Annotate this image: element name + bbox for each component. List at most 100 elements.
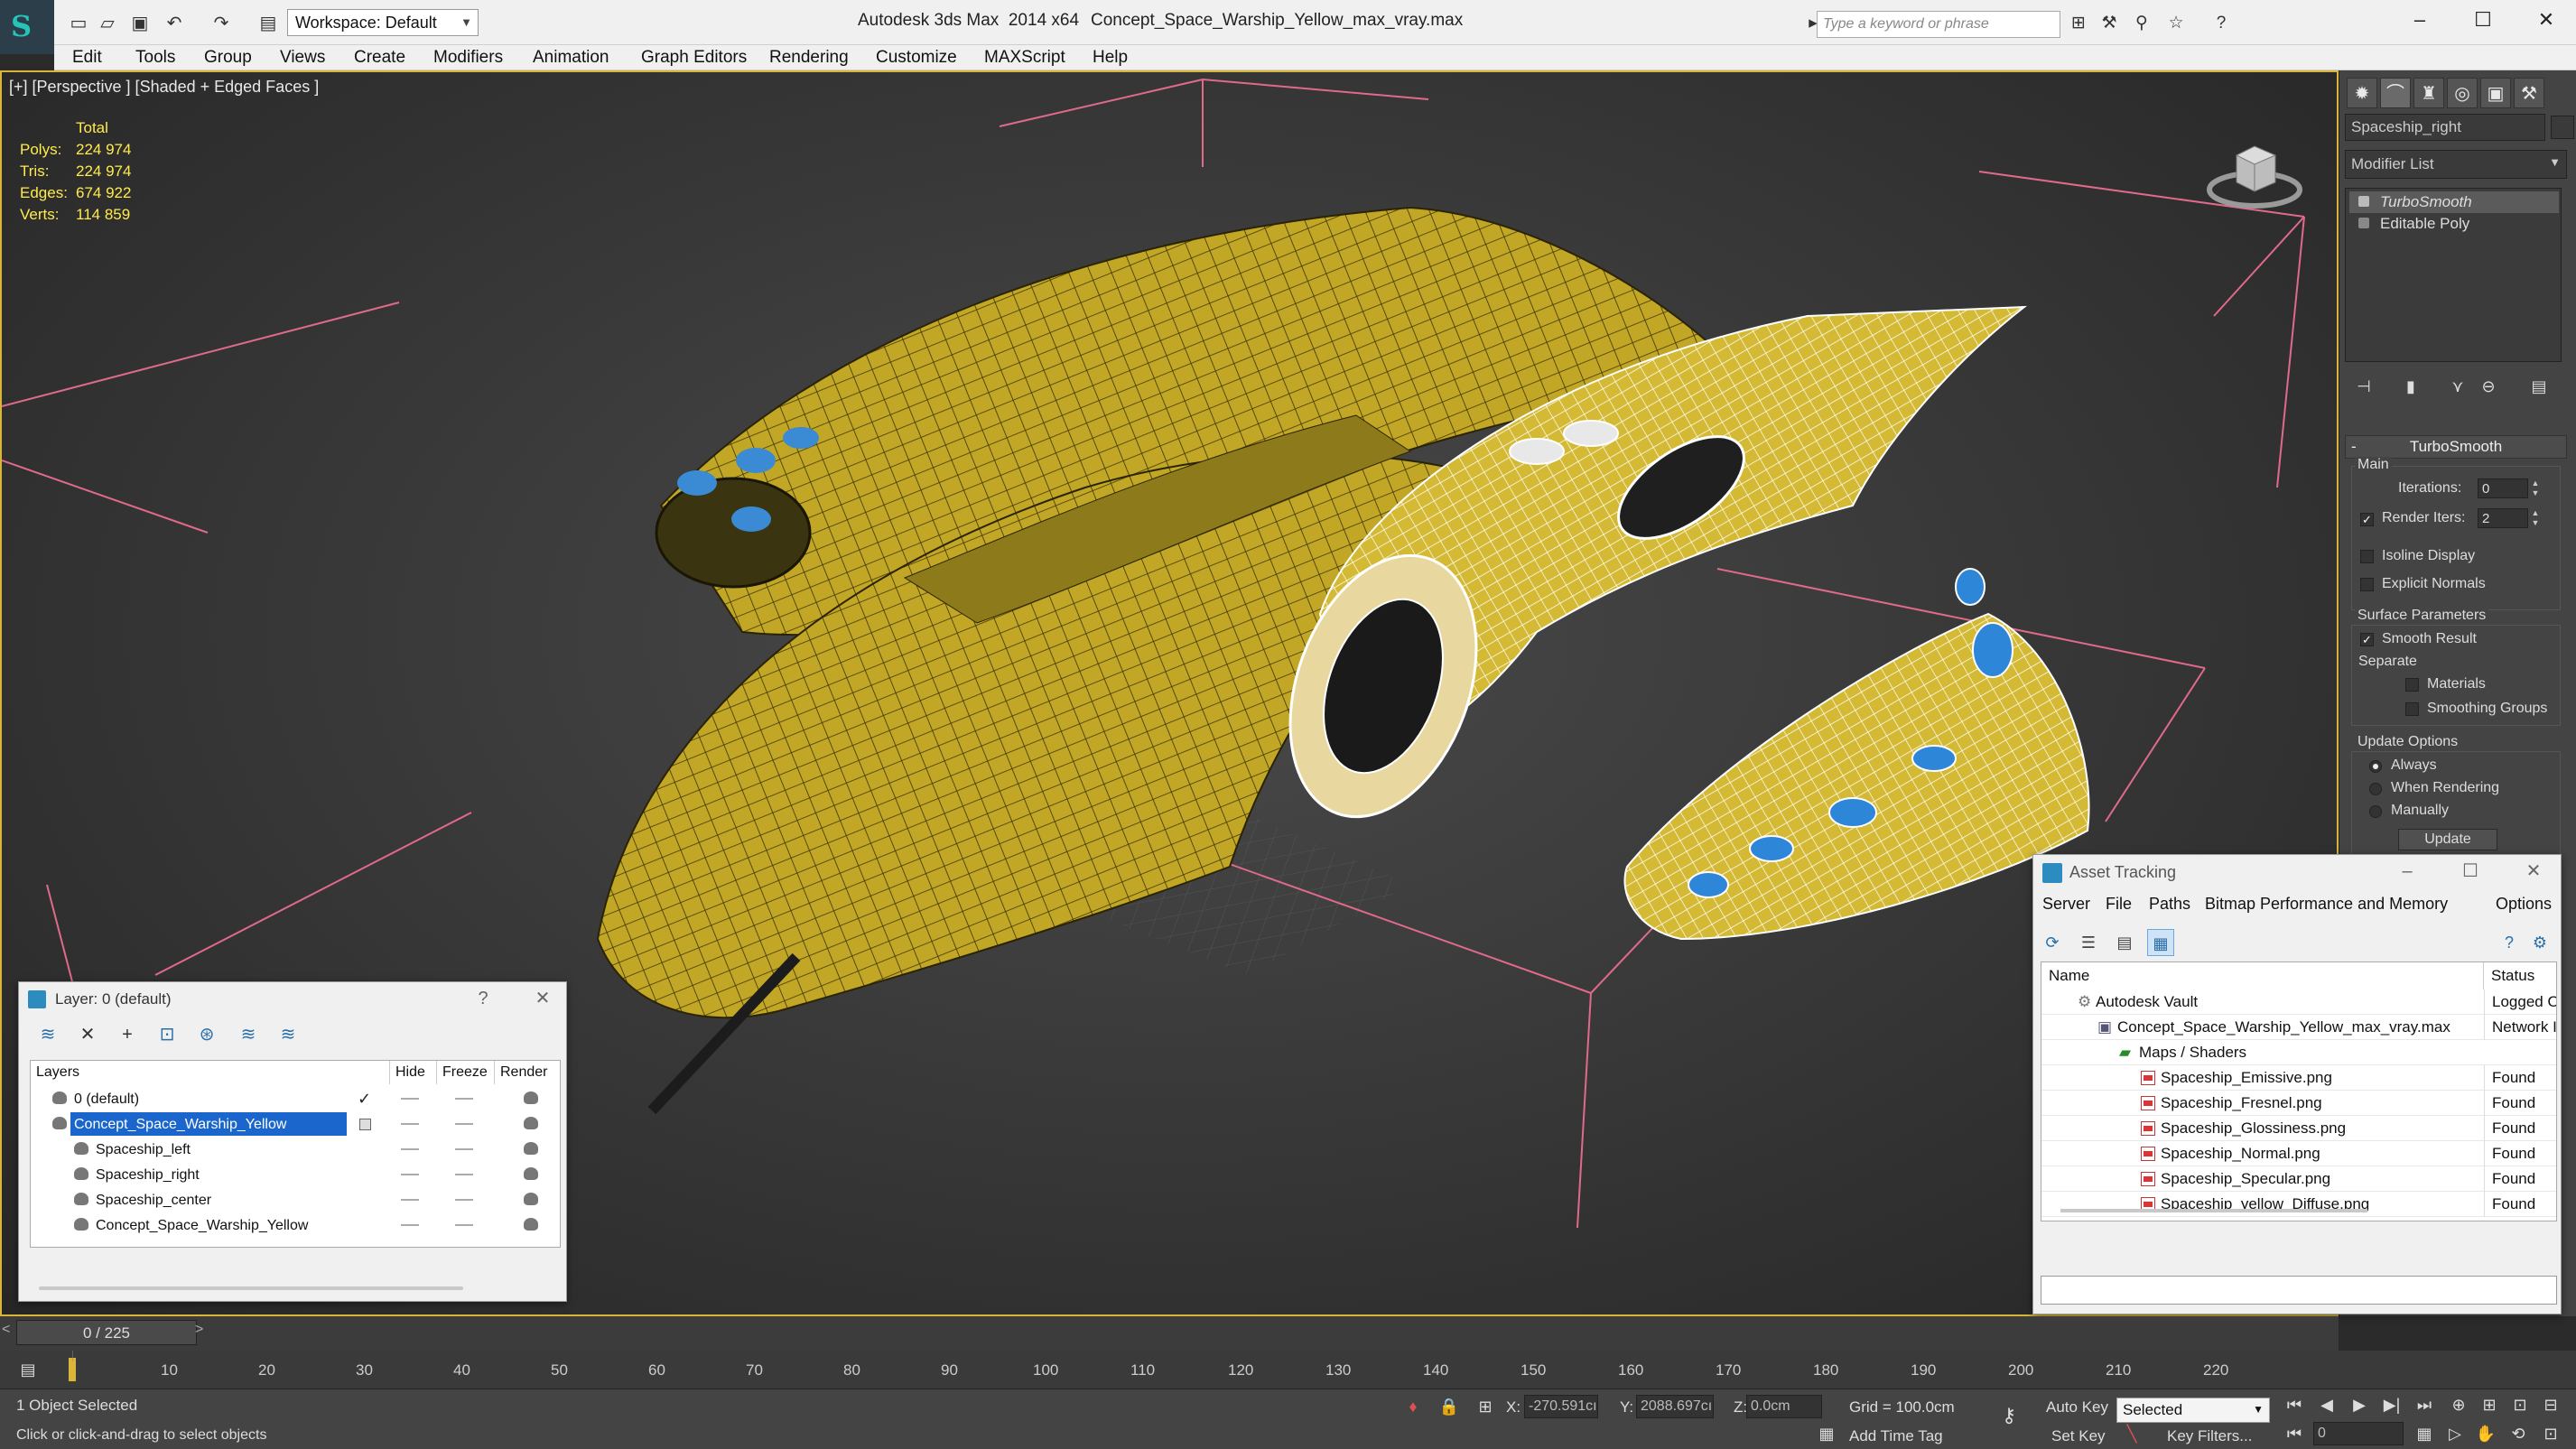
highlight-layer-icon[interactable]: ⊛ <box>194 1022 219 1047</box>
horizontal-scrollbar[interactable] <box>2060 1209 2367 1212</box>
help-icon[interactable]: ? <box>470 987 496 1010</box>
menu-file[interactable]: File <box>2106 895 2132 914</box>
motion-tab-icon[interactable]: ◎ <box>2447 78 2478 108</box>
freeze-toggle[interactable] <box>455 1148 473 1150</box>
help-icon[interactable]: ? <box>2496 929 2523 956</box>
render-toggle-icon[interactable] <box>524 1193 538 1205</box>
layer-row[interactable]: Spaceship_left <box>31 1137 560 1162</box>
iterations-spinner[interactable]: 0 <box>2478 478 2528 498</box>
object-name[interactable]: Spaceship_right <box>92 1163 200 1186</box>
create-tab-icon[interactable]: ✹ <box>2347 78 2377 108</box>
layer-row[interactable]: Spaceship_center <box>31 1187 560 1212</box>
hide-all-layers-icon[interactable]: ≋ <box>236 1022 261 1047</box>
isolate-selection-icon[interactable]: ♦ <box>1401 1395 1425 1418</box>
object-name[interactable]: Spaceship_left <box>92 1138 191 1161</box>
maximize-viewport-icon[interactable]: ⊡ <box>2539 1422 2562 1445</box>
configure-sets-icon[interactable]: ▤ <box>2526 374 2552 399</box>
menu-server[interactable]: Server <box>2042 895 2090 914</box>
hide-toggle[interactable] <box>401 1098 419 1100</box>
key-mode-toggle-icon[interactable]: ⏮ <box>2283 1422 2306 1445</box>
layer-name[interactable]: Concept_Space_Warship_Yellow <box>70 1112 347 1136</box>
previous-frame-icon[interactable]: ◀ <box>2315 1393 2339 1416</box>
make-unique-icon[interactable]: ⋎ <box>2445 374 2470 399</box>
object-name-field[interactable]: Spaceship_right <box>2345 114 2545 141</box>
hide-toggle[interactable] <box>401 1123 419 1125</box>
pan-view-icon[interactable]: ✋ <box>2474 1422 2497 1445</box>
field-of-view-icon[interactable]: ▷ <box>2443 1422 2467 1445</box>
smoothing-groups-checkbox[interactable] <box>2405 702 2419 716</box>
modifier-list-dropdown[interactable]: Modifier List ▼ <box>2345 150 2567 179</box>
absolute-mode-icon[interactable]: ⊞ <box>1474 1395 1497 1418</box>
lightbulb-icon[interactable] <box>2358 196 2369 207</box>
asset-row[interactable]: ▣ Concept_Space_Warship_Yellow_max_vray.… <box>2041 1015 2556 1040</box>
set-key-button[interactable]: Set Key <box>2051 1427 2106 1445</box>
binoculars-icon[interactable]: ⊞ <box>2068 13 2089 34</box>
new-file-icon[interactable]: ▭ <box>67 12 90 35</box>
manually-radio[interactable] <box>2369 805 2382 818</box>
render-iters-checkbox[interactable]: ✓ <box>2360 513 2374 526</box>
asset-row[interactable]: Spaceship_Specular.png Found <box>2041 1166 2556 1192</box>
zoom-all-icon[interactable]: ⊞ <box>2478 1393 2501 1416</box>
menu-rendering[interactable]: Rendering <box>769 48 849 68</box>
smooth-result-checkbox[interactable]: ✓ <box>2360 633 2374 646</box>
time-slider[interactable]: < 0 / 225 > <box>0 1316 2339 1351</box>
col-name[interactable]: Name <box>2041 962 2484 989</box>
orbit-icon[interactable]: ⟲ <box>2506 1422 2530 1445</box>
menu-animation[interactable]: Animation <box>533 48 609 68</box>
next-frame-icon[interactable]: ▶| <box>2380 1393 2404 1416</box>
list-view-icon[interactable]: ☰ <box>2075 929 2102 956</box>
materials-checkbox[interactable] <box>2405 678 2419 692</box>
asset-path-field[interactable] <box>2041 1276 2557 1305</box>
asset-row[interactable]: Spaceship_Glossiness.png Found <box>2041 1116 2556 1141</box>
menu-paths[interactable]: Paths <box>2149 895 2190 914</box>
active-layer-check-icon[interactable]: ✓ <box>358 1086 371 1111</box>
object-name[interactable]: Spaceship_center <box>92 1188 211 1212</box>
when-rendering-radio[interactable] <box>2369 783 2382 795</box>
hide-toggle[interactable] <box>401 1148 419 1150</box>
menu-maxscript[interactable]: MAXScript <box>984 48 1065 68</box>
mini-curve-editor-icon[interactable]: ▤ <box>16 1358 40 1381</box>
table-view-icon[interactable]: ▦ <box>2147 929 2174 956</box>
asset-row[interactable]: Spaceship_Normal.png Found <box>2041 1141 2556 1166</box>
selection-lock-icon[interactable]: 🔒 <box>1437 1395 1461 1418</box>
key-filters-button[interactable]: Key Filters... <box>2167 1427 2252 1445</box>
save-icon[interactable]: ▣ <box>128 12 152 35</box>
create-layer-icon[interactable]: ≋ <box>35 1022 60 1047</box>
close-icon[interactable]: ✕ <box>530 987 555 1010</box>
isoline-display-checkbox[interactable] <box>2360 550 2374 563</box>
app-menu-button[interactable]: S <box>0 0 54 54</box>
spinner-arrows-icon[interactable]: ▲ ▼ <box>2530 508 2541 528</box>
expand-icon[interactable] <box>2358 218 2369 228</box>
horizontal-scrollbar[interactable] <box>39 1286 463 1290</box>
asset-row[interactable]: Spaceship_Fresnel.png Found <box>2041 1091 2556 1116</box>
close-button[interactable]: ✕ <box>2521 859 2546 883</box>
col-hide[interactable]: Hide <box>390 1061 437 1084</box>
minimize-button[interactable]: – <box>2395 859 2420 883</box>
menu-edit[interactable]: Edit <box>72 48 102 68</box>
menu-create[interactable]: Create <box>354 48 405 68</box>
render-toggle-icon[interactable] <box>524 1167 538 1180</box>
render-toggle-icon[interactable] <box>524 1142 538 1155</box>
settings-icon[interactable]: ⚙ <box>2526 929 2553 956</box>
z-coordinate-field[interactable]: 0.0cm <box>1746 1395 1822 1418</box>
stack-item-turbosmooth[interactable]: TurboSmooth <box>2349 191 2559 213</box>
menu-group[interactable]: Group <box>204 48 252 68</box>
col-render[interactable]: Render <box>495 1061 560 1084</box>
open-file-icon[interactable]: ▱ <box>96 12 119 35</box>
play-icon[interactable]: ▶ <box>2348 1393 2371 1416</box>
viewcube-icon[interactable] <box>2205 119 2304 218</box>
hide-toggle[interactable] <box>401 1224 419 1226</box>
layer-name[interactable]: 0 (default) <box>70 1087 139 1110</box>
close-button[interactable]: ✕ <box>2528 5 2564 34</box>
menu-modifiers[interactable]: Modifiers <box>433 48 503 68</box>
hide-toggle[interactable] <box>401 1199 419 1201</box>
render-iters-spinner[interactable]: 2 <box>2478 508 2528 528</box>
add-to-layer-icon[interactable]: + <box>115 1022 140 1047</box>
menu-views[interactable]: Views <box>280 48 325 68</box>
set-keys-icon[interactable]: ╲ <box>2120 1422 2144 1445</box>
freeze-all-layers-icon[interactable]: ≋ <box>275 1022 301 1047</box>
refresh-icon[interactable]: ⟳ <box>2039 929 2066 956</box>
workspace-dropdown[interactable]: Workspace: Default ▼ <box>287 9 479 36</box>
go-to-start-icon[interactable]: ⏮ <box>2283 1393 2306 1416</box>
remove-modifier-icon[interactable]: ⊖ <box>2476 374 2501 399</box>
